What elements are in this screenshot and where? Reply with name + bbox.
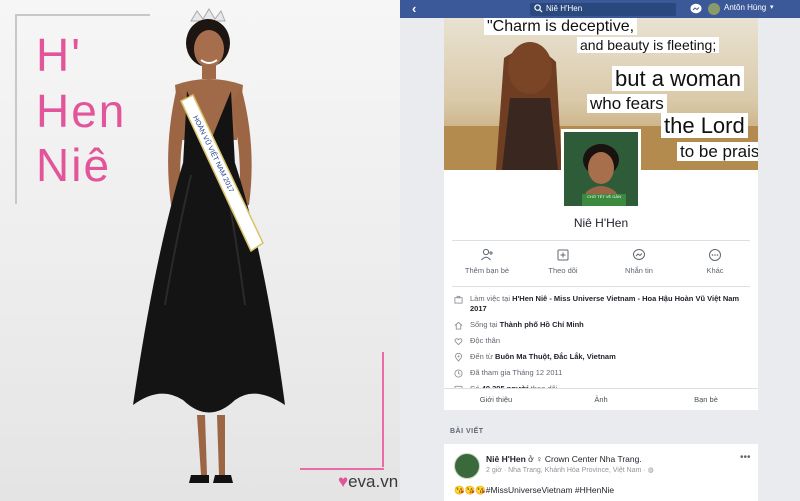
post-author-avatar[interactable] bbox=[454, 453, 480, 479]
more-button[interactable]: Khác bbox=[680, 244, 750, 275]
screen: H' Hen Niê HOÀN VŨ VIỆT NAM 2017 ♥eva.vn… bbox=[0, 0, 800, 501]
poster-image: H' Hen Niê HOÀN VŨ VIỆT NAM 2017 ♥eva.vn bbox=[0, 0, 400, 501]
chevron-down-icon[interactable]: ▾ bbox=[770, 3, 774, 11]
intro-lives-value[interactable]: Thành phố Hồ Chí Minh bbox=[500, 320, 584, 329]
home-icon bbox=[454, 321, 463, 330]
add-friend-button[interactable]: Thêm bạn bè bbox=[452, 244, 522, 275]
profile-actions: Thêm bạn bè Theo dõi Nhắn tin Khác bbox=[444, 244, 758, 284]
post-meta: 2 giờ · Nha Trang, Khánh Hòa Province, V… bbox=[486, 466, 654, 474]
follow-label: Theo dõi bbox=[548, 266, 578, 275]
post-checkin[interactable]: ở ♀ Crown Center Nha Trang. bbox=[526, 454, 642, 464]
profile-name: Niê H'Hen bbox=[573, 216, 629, 230]
cover-quote-line: and beauty is fleeting; bbox=[577, 37, 720, 53]
add-friend-icon bbox=[481, 248, 493, 261]
user-avatar[interactable] bbox=[708, 3, 720, 15]
follow-button[interactable]: Theo dõi bbox=[528, 244, 598, 275]
intro-work-prefix: Làm việc tại bbox=[470, 294, 513, 303]
intro-from-prefix: Đến từ bbox=[470, 352, 496, 361]
back-icon[interactable]: ‹ bbox=[412, 1, 416, 16]
model-figure-illustration: HOÀN VŨ VIỆT NAM 2017 bbox=[133, 8, 285, 483]
divider bbox=[452, 286, 750, 287]
top-nav-bar: ‹ Niê H'Hen Antôn Hùng ▾ bbox=[400, 0, 800, 18]
search-icon bbox=[534, 4, 543, 13]
more-label: Khác bbox=[706, 266, 724, 275]
frame-line bbox=[15, 14, 17, 204]
messenger-icon bbox=[633, 249, 645, 260]
more-icon bbox=[709, 249, 721, 261]
post-header: Niê H'Hen ở ♀ Crown Center Nha Trang. bbox=[486, 454, 642, 464]
location-icon bbox=[454, 353, 463, 362]
intro-from-value[interactable]: Buôn Ma Thuột, Đắc Lắk, Vietnam bbox=[495, 352, 616, 361]
post-options-icon[interactable]: ••• bbox=[740, 452, 751, 463]
frame-line bbox=[300, 468, 384, 470]
briefcase-icon bbox=[454, 295, 463, 304]
search-text: Niê H'Hen bbox=[546, 4, 583, 13]
facebook-profile-screenshot: ‹ Niê H'Hen Antôn Hùng ▾ "Charm is decep… bbox=[400, 0, 800, 501]
profile-picture[interactable]: CHỜ TẾT VỀ GẦN bbox=[561, 129, 641, 209]
intro-relationship-text: Độc thân bbox=[470, 336, 501, 345]
message-button[interactable]: Nhắn tin bbox=[604, 244, 674, 275]
divider bbox=[452, 240, 750, 241]
tab-friends[interactable]: Bạn bè bbox=[654, 395, 758, 404]
post-meta-text: 2 giờ · Nha Trang, Khánh Hòa Province, V… bbox=[486, 467, 648, 474]
cover-quote-line: who fears bbox=[587, 94, 667, 114]
post-author-name[interactable]: Niê H'Hen bbox=[486, 454, 526, 464]
post-emoji: 😘😘😘 bbox=[454, 485, 486, 495]
message-label: Nhắn tin bbox=[625, 266, 653, 275]
user-name[interactable]: Antôn Hùng bbox=[724, 3, 766, 12]
follow-icon bbox=[557, 249, 569, 261]
intro-lives: Sống tại Thành phố Hồ Chí Minh bbox=[452, 320, 752, 330]
posts-section-title: BÀI VIẾT bbox=[450, 428, 484, 435]
cover-quote-line: "Charm is deceptive, bbox=[484, 18, 638, 36]
globe-icon: ◍ bbox=[647, 467, 654, 474]
search-bar[interactable]: Niê H'Hen bbox=[530, 3, 676, 16]
intro-joined-text: Đã tham gia Tháng 12 2011 bbox=[470, 368, 563, 377]
add-friend-label: Thêm bạn bè bbox=[464, 266, 510, 275]
intro-relationship: Độc thân bbox=[452, 336, 752, 346]
post-body: 😘😘😘#MissUniverseVietnam #HHenNie bbox=[454, 485, 614, 496]
intro-list: Làm việc tại H'Hen Niê - Miss Universe V… bbox=[452, 294, 752, 400]
intro-work: Làm việc tại H'Hen Niê - Miss Universe V… bbox=[452, 294, 752, 314]
profile-header-card: "Charm is deceptive, and beauty is fleet… bbox=[444, 18, 758, 394]
intro-lives-prefix: Sống tại bbox=[470, 320, 500, 329]
clock-icon bbox=[454, 369, 463, 378]
messenger-icon[interactable] bbox=[690, 3, 702, 15]
post-hashtags[interactable]: #MissUniverseVietnam #HHenNie bbox=[486, 485, 614, 495]
post-card: Niê H'Hen ở ♀ Crown Center Nha Trang. 2 … bbox=[444, 444, 758, 501]
intro-from: Đến từ Buôn Ma Thuột, Đắc Lắk, Vietnam bbox=[452, 352, 752, 362]
eva-logo: ♥eva.vn bbox=[338, 472, 399, 491]
profile-tabs: Giới thiệu Ảnh Bạn bè bbox=[444, 388, 758, 410]
poster-title-line-3: Niê bbox=[36, 139, 112, 191]
cover-quote-line: the Lord bbox=[661, 113, 748, 139]
heart-icon bbox=[454, 338, 463, 346]
profile-frame-badge: CHỜ TẾT VỀ GẦN bbox=[582, 194, 626, 206]
frame-line bbox=[382, 352, 384, 467]
poster-title-line-1: H' bbox=[36, 29, 83, 81]
tab-photos[interactable]: Ảnh bbox=[549, 395, 653, 404]
cover-quote-line: but a woman bbox=[612, 66, 744, 92]
tab-about[interactable]: Giới thiệu bbox=[444, 395, 548, 404]
cover-quote-line: to be praised." bbox=[677, 142, 758, 162]
intro-joined: Đã tham gia Tháng 12 2011 bbox=[452, 368, 752, 378]
